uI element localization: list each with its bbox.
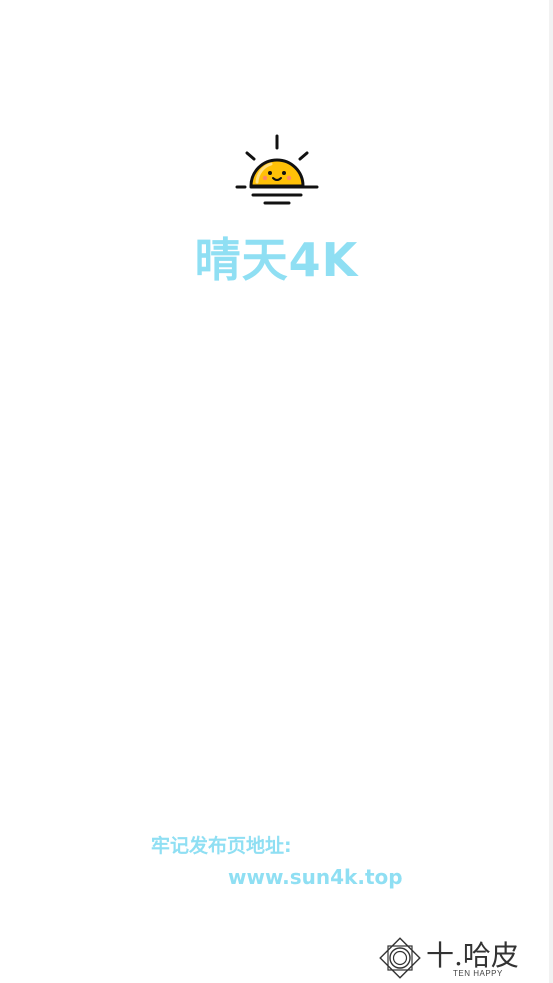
- publish-page-link[interactable]: www.sun4k.top: [228, 865, 403, 889]
- brand-watermark: 十.哈皮 TEN HAPPY: [378, 934, 538, 980]
- app-name: 晴天4K: [194, 233, 359, 287]
- publish-page-label: 牢记发布页地址:: [151, 835, 292, 857]
- diamond-circle-icon: [378, 936, 422, 980]
- brand-name-en: TEN HAPPY: [453, 969, 503, 978]
- window-edge: [549, 0, 553, 983]
- sun-logo-icon: [231, 132, 323, 206]
- brand-name-cn: 十.哈皮: [426, 939, 519, 972]
- splash-screen: 晴天4K 牢记发布页地址: www.sun4k.top 十.哈皮 TEN HAP…: [0, 0, 550, 983]
